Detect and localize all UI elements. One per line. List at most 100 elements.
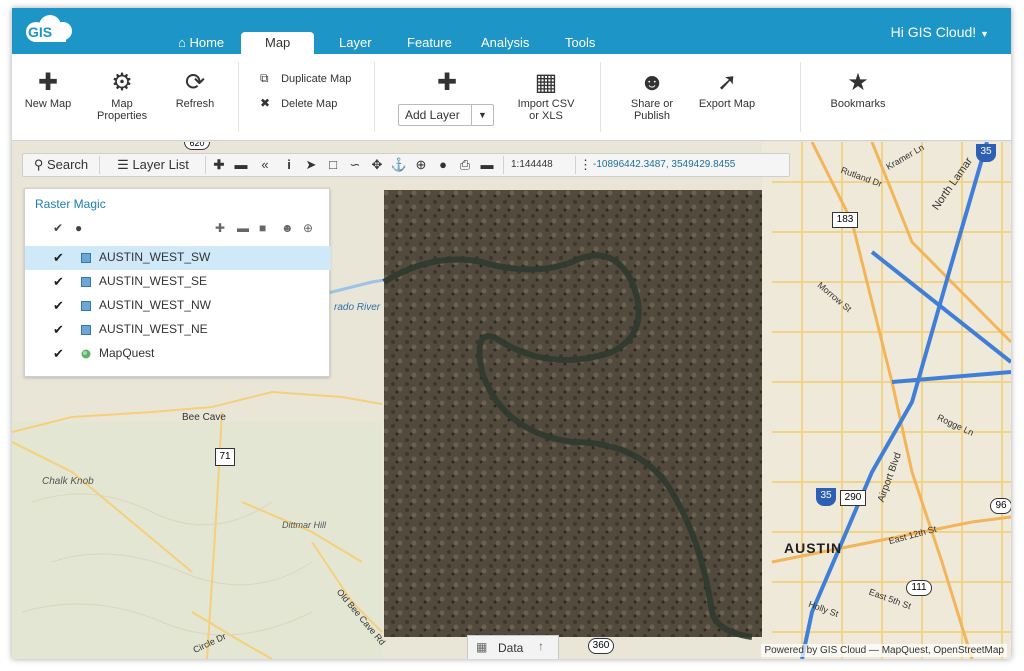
home-icon: ⌂ [178,35,186,50]
info-button[interactable]: i [279,154,299,176]
box-select-button[interactable]: □ [323,154,343,176]
grid-icon: ▦ [476,640,488,654]
checkbox-checked-icon[interactable]: ✔ [53,298,64,314]
remove-layer-icon[interactable]: ▬ [237,221,249,235]
tab-analysis[interactable]: Analysis [481,32,529,54]
user-menu[interactable]: Hi GIS Cloud! ▼ [891,24,989,40]
import-csv-button[interactable]: ▦ Import CSV or XLS [510,54,582,122]
layer-name: AUSTIN_WEST_NW [99,298,212,312]
duplicate-icon: ⧉ [260,71,269,85]
globe-icon: ● [439,157,447,172]
search-button[interactable]: ⚲ Search [27,154,95,176]
layer-name: MapQuest [99,346,155,360]
map-title[interactable]: Raster Magic [35,197,106,211]
select-button[interactable]: ➤ [301,154,321,176]
map-properties-label: Map Properties [97,98,148,122]
share-publish-label: Share or Publish [630,98,674,122]
toolbar-separator [575,156,576,174]
ribbon-toolbar: ✚ New Map ⚙ Map Properties ⟳ Refresh ⧉ D… [12,54,1011,141]
ribbon-separator [800,62,801,132]
box-select-icon: □ [329,157,337,172]
user-icon[interactable]: ☻ [281,221,294,235]
check-all-icon[interactable]: ✔ [53,221,63,235]
layer-list-panel: Raster Magic ✔ ● ✚ ▬ ■ ☻ ⊕ ✔ AUSTIN_WEST… [24,188,331,377]
info-icon: i [287,157,291,172]
tab-map[interactable]: Map [241,32,315,54]
draw-button[interactable]: ∽ [345,154,365,176]
print-button[interactable]: ⎙ [455,154,475,176]
map-properties-button[interactable]: ⚙ Map Properties [90,54,154,122]
pan-button[interactable]: ✥ [367,154,387,176]
data-panel-toggle[interactable]: ▦ Data ↑ [467,635,559,659]
plus-icon: ✚ [213,157,225,172]
map-label-chalk-knob: Chalk Knob [42,476,94,487]
double-chevron-left-icon: « [261,157,269,172]
globe-button[interactable]: ● [433,154,453,176]
draw-path-icon: ∽ [349,157,361,172]
layer-list-button[interactable]: ☰ Layer List [105,154,201,176]
layer-name: AUSTIN_WEST_NE [99,322,208,336]
checkbox-checked-icon[interactable]: ✔ [53,346,64,362]
layer-row[interactable]: ✔ MapQuest [25,342,331,366]
highway-shield-71: 71 [215,448,235,466]
layer-name: AUSTIN_WEST_SE [99,274,208,288]
add-layer-icon[interactable]: ✚ [215,221,225,235]
greeting-text: Hi GIS Cloud! [890,24,977,40]
checkbox-checked-icon[interactable]: ✔ [53,322,64,338]
tab-tools-label: Tools [565,35,596,50]
users-icon: ☻ [639,69,665,96]
tab-feature[interactable]: Feature [407,32,452,54]
zoom-to-layer-icon[interactable]: ⊕ [303,221,313,235]
close-icon: ✖ [260,96,271,110]
zoom-in-button[interactable]: ✚ [209,154,229,176]
highway-shield-111: 111 [906,580,932,596]
gis-cloud-logo[interactable]: GIS [22,14,82,46]
map-label-austin: AUSTIN [784,540,843,556]
tab-tools[interactable]: Tools [565,32,595,54]
app-window: GIS ⌂ Home Map Layer Feature Analysis To… [12,8,1011,659]
tab-home[interactable]: ⌂ Home [178,32,224,54]
layer-row[interactable]: ✔ AUSTIN_WEST_SW [25,246,331,270]
bookmarks-button[interactable]: ★ Bookmarks [826,54,890,110]
add-layer-plus-button[interactable]: ✚ [432,54,462,98]
highway-shield-35b: 35 [816,488,836,506]
zoom-out-button[interactable]: ▬ [231,154,251,176]
share-publish-button[interactable]: ☻ Share or Publish [624,54,680,122]
arrow-up-icon: ↑ [538,639,544,653]
bookmarks-label: Bookmarks [830,98,886,110]
delete-map-button[interactable]: ✖ Delete Map [260,96,337,110]
anchor-button[interactable]: ⚓ [389,154,409,176]
add-layer-label: Add Layer [405,108,460,122]
star-icon: ★ [847,69,869,96]
export-map-button[interactable]: ➚ Export Map [696,54,758,110]
refresh-button[interactable]: ⟳ Refresh [170,54,220,110]
folder-icon[interactable]: ■ [259,221,266,235]
collapse-button[interactable]: « [255,154,275,176]
zoom-box-button[interactable]: ⊕ [411,154,431,176]
measure-button[interactable]: ▬ [477,154,497,176]
new-map-button[interactable]: ✚ New Map [22,54,74,110]
lock-icon[interactable]: ● [75,221,82,235]
tab-layer[interactable]: Layer [339,32,372,54]
export-icon: ➚ [716,69,738,96]
layer-row[interactable]: ✔ AUSTIN_WEST_NE [25,318,331,342]
add-layer-dropdown[interactable]: Add Layer ▼ [398,104,494,126]
duplicate-map-button[interactable]: ⧉ Duplicate Map [260,71,351,86]
checkbox-checked-icon[interactable]: ✔ [53,274,64,290]
raster-icon [81,253,91,263]
map-label-colorado-river: rado River [334,302,381,313]
more-options-button[interactable]: ⋮ [579,154,592,176]
vertical-dots-icon: ⋮ [579,157,592,172]
layer-row[interactable]: ✔ AUSTIN_WEST_SE [25,270,331,294]
search-label: Search [46,157,89,172]
map-toolbar: ⚲ Search ☰ Layer List ✚ ▬ « i ➤ □ ∽ ✥ ⚓ … [22,153,790,177]
raster-icon [81,301,91,311]
layer-row[interactable]: ✔ AUSTIN_WEST_NW [25,294,331,318]
layer-panel-tools: ✔ ● ✚ ▬ ■ ☻ ⊕ [25,219,331,241]
caret-down-icon: ▼ [471,105,493,125]
raster-icon [81,277,91,287]
logo-text: GIS [28,24,53,40]
checkbox-checked-icon[interactable]: ✔ [53,250,64,266]
ruler-icon: ▬ [480,157,494,172]
globe-icon [81,349,91,359]
